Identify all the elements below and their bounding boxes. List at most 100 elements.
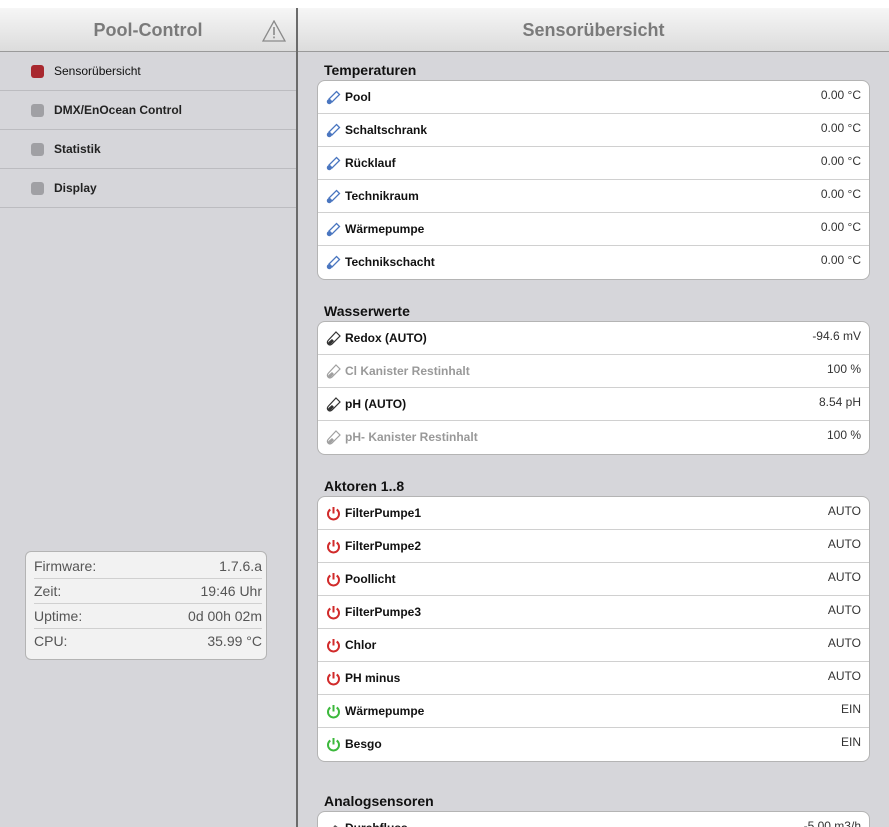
info-row: Firmware: 1.7.6.a (34, 554, 262, 579)
item-name: Wärmepumpe (345, 704, 425, 718)
item-value: 100 % (826, 428, 861, 442)
item-value: 0.00 °C (820, 253, 861, 267)
menu-square-icon (31, 143, 44, 156)
list-item-filterpumpe3[interactable]: FilterPumpe3 AUTO (318, 596, 869, 629)
item-value: 0.00 °C (820, 88, 861, 102)
item-value: 0.00 °C (820, 121, 861, 135)
list-item-pool[interactable]: Pool 0.00 °C (318, 81, 869, 114)
item-name: FilterPumpe2 (345, 539, 422, 553)
item-name: Cl Kanister Restinhalt (345, 364, 470, 378)
list-item-ph-auto[interactable]: pH (AUTO) 8.54 pH (318, 388, 869, 421)
list-item-cl-kanister-restinhalt[interactable]: Cl Kanister Restinhalt 100 % (318, 355, 869, 388)
item-value: -94.6 mV (812, 329, 861, 343)
list-item-waermepumpe[interactable]: Wärmepumpe EIN (318, 695, 869, 728)
item-value: 8.54 pH (818, 395, 861, 409)
info-row: Uptime: 0d 00h 02m (34, 604, 262, 629)
power-icon (327, 573, 340, 587)
list-item-technikschacht[interactable]: Technikschacht 0.00 °C (318, 246, 869, 279)
list-item-durchfluss[interactable]: Durchfluss -5.00 m3/h (318, 812, 869, 827)
power-icon (327, 672, 340, 686)
card-wasserwerte: Redox (AUTO) -94.6 mV Cl Kanister Restinha… (317, 321, 870, 455)
list-item-waermepumpe[interactable]: Wärmepumpe 0.00 °C (318, 213, 869, 246)
card-temperaturen: Pool 0.00 °C Schaltschrank 0.00 °C Rücklauf 0… (317, 80, 870, 280)
sidebar-header: Pool-Control (0, 8, 296, 52)
item-name: Rücklauf (345, 156, 396, 170)
item-value: 100 % (826, 362, 861, 376)
item-value: AUTO (827, 504, 861, 518)
page-title: Sensorübersicht (522, 20, 665, 40)
list-item-ph-minus[interactable]: PH minus AUTO (318, 662, 869, 695)
power-icon (327, 606, 340, 620)
thermometer-icon (326, 189, 341, 204)
list-item-schaltschrank[interactable]: Schaltschrank 0.00 °C (318, 114, 869, 147)
list-item-filterpumpe2[interactable]: FilterPumpe2 AUTO (318, 530, 869, 563)
list-item-chlor[interactable]: Chlor AUTO (318, 629, 869, 662)
list-item-filterpumpe1[interactable]: FilterPumpe1 AUTO (318, 497, 869, 530)
item-name: Poollicht (345, 572, 396, 586)
system-info-box: Firmware: 1.7.6.a Zeit: 19:46 Uhr Uptime: 0d … (25, 551, 267, 660)
card-aktoren-1-8: FilterPumpe1 AUTO FilterPumpe2 AUTO Poollich… (317, 496, 870, 762)
item-name: FilterPumpe1 (345, 506, 422, 520)
thermometer-icon (326, 222, 341, 237)
list-item-redox-auto[interactable]: Redox (AUTO) -94.6 mV (318, 322, 869, 355)
item-name: Chlor (345, 638, 377, 652)
item-value: EIN (840, 735, 861, 749)
gauge-icon (333, 825, 338, 827)
sidebar-item-sensoruebersicht[interactable]: Sensorübersicht (0, 52, 296, 91)
list-item-ruecklauf[interactable]: Rücklauf 0.00 °C (318, 147, 869, 180)
sidebar-item-label: DMX/EnOcean Control (54, 103, 183, 117)
item-name: Redox (AUTO) (345, 331, 427, 345)
list-item-technikraum[interactable]: Technikraum 0.00 °C (318, 180, 869, 213)
warning-icon[interactable] (262, 20, 286, 42)
list-item-poollicht[interactable]: Poollicht AUTO (318, 563, 869, 596)
power-icon (327, 639, 340, 653)
item-name: Besgo (345, 737, 382, 751)
power-icon (327, 507, 340, 521)
info-value: 1.7.6.a (219, 558, 262, 574)
thermometer-icon (326, 90, 341, 105)
info-row: CPU: 35.99 °C (34, 629, 262, 654)
power-icon (327, 705, 340, 719)
list-item-besgo[interactable]: Besgo EIN (318, 728, 869, 761)
item-value: AUTO (827, 570, 861, 584)
item-value: 0.00 °C (820, 187, 861, 201)
section-title-analogsensoren: Analogsensoren (324, 793, 434, 809)
section-title-wasserwerte: Wasserwerte (324, 303, 410, 319)
test-tube-icon (326, 364, 341, 379)
info-label: Uptime: (34, 608, 83, 624)
info-value: 35.99 °C (207, 633, 262, 649)
item-value: AUTO (827, 669, 861, 683)
sidebar-item-label: Display (54, 181, 97, 195)
item-value: AUTO (827, 537, 861, 551)
sidebar-item-statistik[interactable]: Statistik (0, 130, 296, 169)
sidebar-item-display[interactable]: Display (0, 169, 296, 208)
app-title: Pool-Control (93, 20, 203, 40)
info-row: Zeit: 19:46 Uhr (34, 579, 262, 604)
item-value: 0.00 °C (820, 220, 861, 234)
sidebar-menu: GesamtübersichtSensorübersichtDMX/EnOcea… (0, 16, 889, 208)
thermometer-icon (326, 255, 341, 270)
power-icon (327, 738, 340, 752)
thermometer-icon (326, 123, 341, 138)
item-value: -5.00 m3/h (803, 819, 861, 827)
info-value: 0d 00h 02m (188, 608, 262, 624)
item-value: EIN (840, 702, 861, 716)
item-value: AUTO (827, 603, 861, 617)
item-name: Pool (345, 90, 371, 104)
sidebar-item-dmx-enocean-control[interactable]: DMX/EnOcean Control (0, 91, 296, 130)
menu-square-icon (31, 65, 44, 78)
thermometer-icon (326, 156, 341, 171)
info-label: CPU: (34, 633, 68, 649)
menu-square-icon (31, 182, 44, 195)
sidebar-item-label: Sensorübersicht (54, 64, 141, 78)
list-item-ph-kanister-restinhalt[interactable]: pH- Kanister Restinhalt 100 % (318, 421, 869, 454)
info-label: Firmware: (34, 558, 97, 574)
test-tube-icon (326, 397, 341, 412)
test-tube-icon (326, 331, 341, 346)
item-name: Technikraum (345, 189, 419, 203)
test-tube-icon (326, 430, 341, 445)
item-name: Durchfluss (345, 821, 408, 827)
menu-square-icon (31, 104, 44, 117)
info-label: Zeit: (34, 583, 62, 599)
section-title-temperaturen: Temperaturen (324, 62, 417, 78)
